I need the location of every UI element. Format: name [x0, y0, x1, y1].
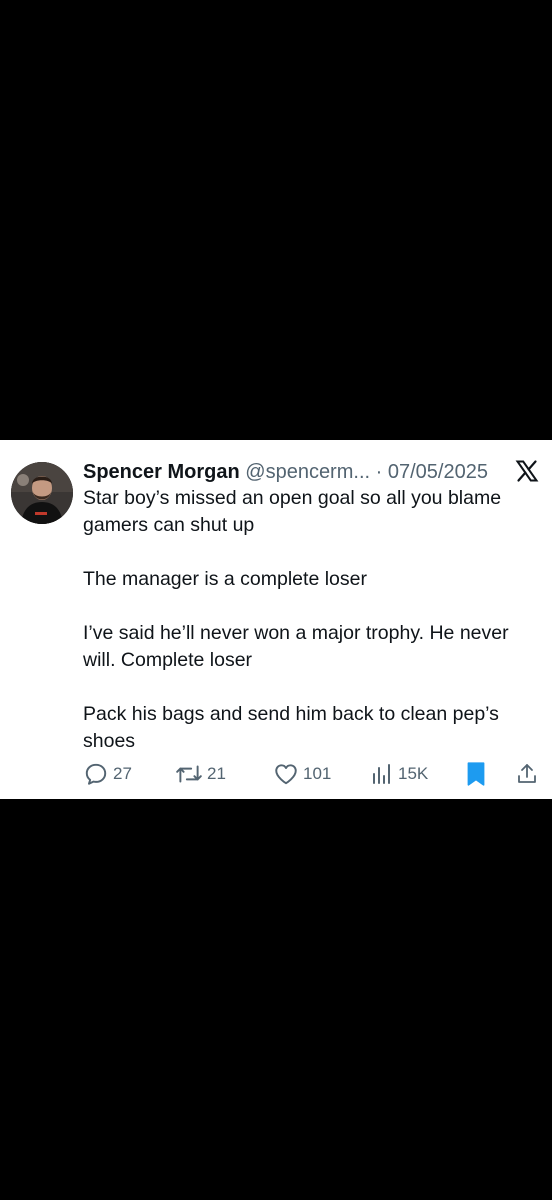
- tweet-card[interactable]: Spencer Morgan @spencerm... · 07/05/2025…: [0, 440, 552, 799]
- like-button[interactable]: 101: [273, 758, 331, 790]
- bookmark-icon: [467, 762, 485, 786]
- views-count: 15K: [398, 764, 429, 783]
- tweet-paragraph: Star boy’s missed an open goal so all yo…: [83, 487, 502, 536]
- avatar[interactable]: [11, 462, 73, 524]
- reply-count: 27: [113, 764, 132, 783]
- retweet-button[interactable]: 21: [175, 758, 226, 790]
- header-separator: ·: [375, 461, 383, 483]
- retweet-icon: [176, 765, 202, 783]
- tweet-header: Spencer Morgan @spencerm... · 07/05/2025: [83, 457, 513, 487]
- reply-icon: [85, 763, 107, 785]
- retweet-count: 21: [207, 764, 226, 783]
- share-icon: [518, 764, 536, 783]
- tweet-actions-bar: 27 21 101 15K: [83, 758, 543, 790]
- tweet-paragraph: I’ve said he’ll never won a major trophy…: [83, 622, 509, 671]
- author-handle[interactable]: @spencerm...: [245, 461, 370, 483]
- reply-button[interactable]: 27: [83, 758, 132, 790]
- tweet-paragraph: The manager is a complete loser: [83, 568, 367, 590]
- share-button[interactable]: [515, 758, 539, 790]
- tweet-paragraph: Pack his bags and send him back to clean…: [83, 703, 499, 752]
- heart-icon: [275, 764, 297, 785]
- author-display-name[interactable]: Spencer Morgan: [83, 461, 240, 483]
- bookmark-button[interactable]: [465, 758, 487, 790]
- like-count: 101: [303, 764, 332, 783]
- tweet-text: Star boy’s missed an open goal so all yo…: [83, 485, 538, 755]
- views-chart-icon: [373, 764, 390, 784]
- x-logo-icon: [515, 460, 539, 482]
- tweet-date[interactable]: 07/05/2025: [388, 461, 488, 483]
- screenshot-frame: Spencer Morgan @spencerm... · 07/05/2025…: [0, 0, 552, 1200]
- views-button[interactable]: 15K: [370, 758, 428, 790]
